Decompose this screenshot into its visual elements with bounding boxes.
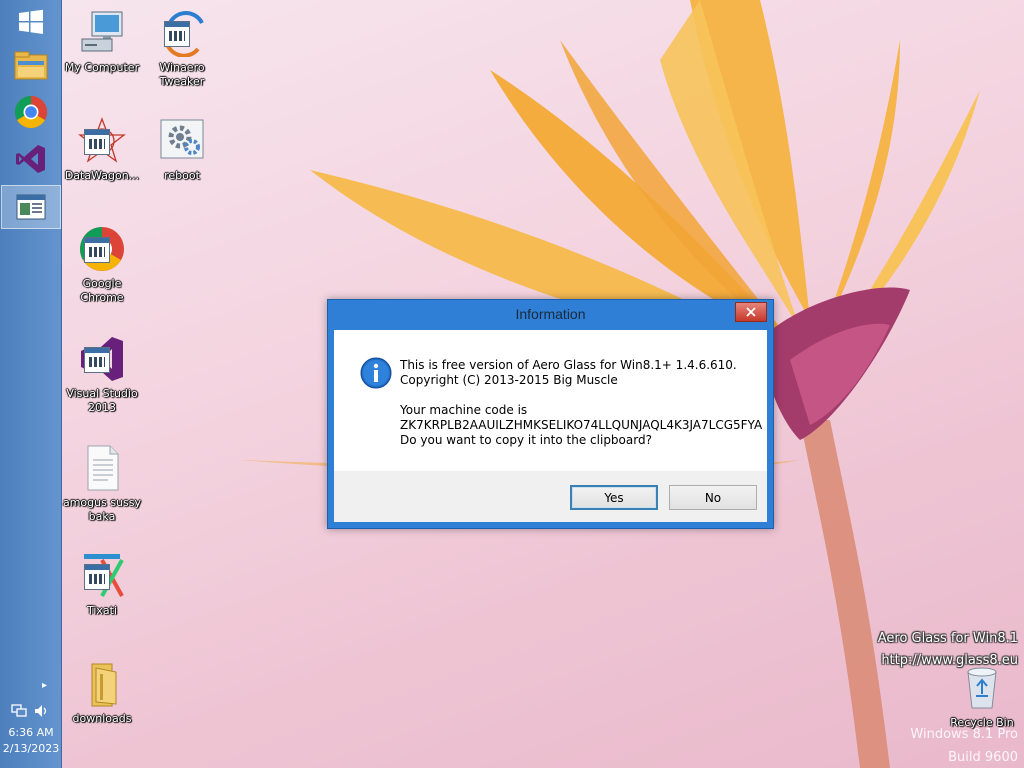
datawagon-icon — [78, 117, 126, 165]
desktop-icon-winaero-tweaker[interactable]: Winaero Tweaker — [141, 9, 223, 89]
dialog-machine-code: ZK7KRPLB2AAUILZHMKSELIKO74LLQUNJAQL4K3JA… — [400, 418, 763, 432]
windows-edition-watermark: Windows 8.1 Pro — [910, 727, 1018, 742]
folder-icon — [78, 660, 126, 708]
desktop-icon-my-computer[interactable]: My Computer — [61, 9, 143, 75]
desktop-icon-google-chrome[interactable]: Google Chrome — [61, 225, 143, 305]
desktop-icon-label: My Computer — [64, 61, 140, 74]
chrome-icon — [78, 225, 126, 273]
winaero-tweaker-icon — [158, 9, 206, 58]
app-window-icon — [16, 194, 46, 220]
clock-date[interactable]: 2/13/2023 — [0, 742, 62, 755]
desktop-icon-recycle-bin[interactable]: Recycle Bin — [941, 664, 1023, 730]
windows-build-watermark: Build 9600 — [948, 750, 1018, 765]
desktop-icon-reboot[interactable]: reboot — [141, 117, 223, 183]
clock-time[interactable]: 6:36 AM — [0, 726, 62, 739]
dialog-close-button[interactable] — [735, 302, 767, 322]
aero-glass-watermark-title: Aero Glass for Win8.1 — [877, 631, 1018, 646]
program-shortcut-overlay-icon — [84, 347, 110, 373]
reboot-icon — [158, 117, 206, 165]
program-shortcut-overlay-icon — [164, 21, 190, 47]
desktop-icon-amogus-sussy-baka[interactable]: amogus sussy baka — [61, 444, 143, 524]
information-dialog: Information This is free version of Aero… — [327, 299, 774, 529]
desktop-icon-label: downloads — [72, 712, 132, 725]
taskbar-chrome[interactable] — [1, 90, 61, 134]
desktop-icon-tixati[interactable]: Tixati — [61, 552, 143, 618]
dialog-message-question: Do you want to copy it into the clipboar… — [400, 433, 652, 447]
computer-icon — [78, 9, 126, 57]
dialog-message-machine-code-label: Your machine code is — [400, 403, 528, 417]
close-icon — [746, 307, 756, 317]
program-shortcut-overlay-icon — [84, 564, 110, 590]
recycle-bin-icon — [958, 664, 1006, 712]
text-file-icon — [78, 444, 126, 492]
program-shortcut-overlay-icon — [84, 129, 110, 155]
desktop-icon-datawagon[interactable]: DataWagon... — [61, 117, 143, 183]
system-tray: ▸ 6:36 AM 2/13/2023 — [0, 668, 62, 768]
visual-studio-icon — [78, 335, 126, 383]
desktop-icon-label: Visual Studio 2013 — [66, 387, 138, 414]
desktop-icon-label: Winaero Tweaker — [159, 61, 205, 88]
aero-glass-watermark-url: http://www.glass8.eu — [881, 653, 1018, 668]
no-button[interactable]: No — [669, 485, 757, 510]
taskbar-visual-studio[interactable] — [1, 137, 61, 181]
desktop-icon-visual-studio-2013[interactable]: Visual Studio 2013 — [61, 335, 143, 415]
desktop-icon-downloads[interactable]: downloads — [61, 660, 143, 726]
dialog-message-version: This is free version of Aero Glass for W… — [400, 358, 737, 372]
program-shortcut-overlay-icon — [84, 237, 110, 263]
network-icon[interactable] — [11, 704, 27, 718]
taskbar-file-explorer[interactable] — [1, 44, 61, 88]
information-icon — [360, 357, 392, 389]
dialog-button-bar: Yes No — [334, 471, 767, 522]
desktop-icon-label: DataWagon... — [64, 169, 140, 182]
taskbar-active-app[interactable] — [1, 185, 61, 229]
chrome-icon — [14, 95, 48, 129]
show-hidden-icons-icon[interactable]: ▸ — [42, 680, 47, 691]
dialog-message-copyright: Copyright (C) 2013-2015 Big Muscle — [400, 373, 618, 387]
desktop-icon-label: reboot — [164, 169, 200, 182]
taskbar: ▸ 6:36 AM 2/13/2023 — [0, 0, 62, 768]
start-button[interactable] — [1, 0, 61, 44]
desktop-icon-label: Google Chrome — [80, 277, 124, 304]
desktop-icon-label: Tixati — [86, 604, 118, 617]
desktop-icon-label: amogus sussy baka — [62, 496, 142, 523]
dialog-title: Information — [515, 306, 586, 322]
yes-button[interactable]: Yes — [570, 485, 658, 510]
tixati-icon — [78, 552, 126, 600]
volume-icon[interactable] — [34, 704, 50, 718]
dialog-body: This is free version of Aero Glass for W… — [334, 330, 767, 471]
file-explorer-icon — [14, 51, 48, 80]
visual-studio-icon — [16, 145, 45, 173]
windows-start-icon — [19, 9, 43, 35]
